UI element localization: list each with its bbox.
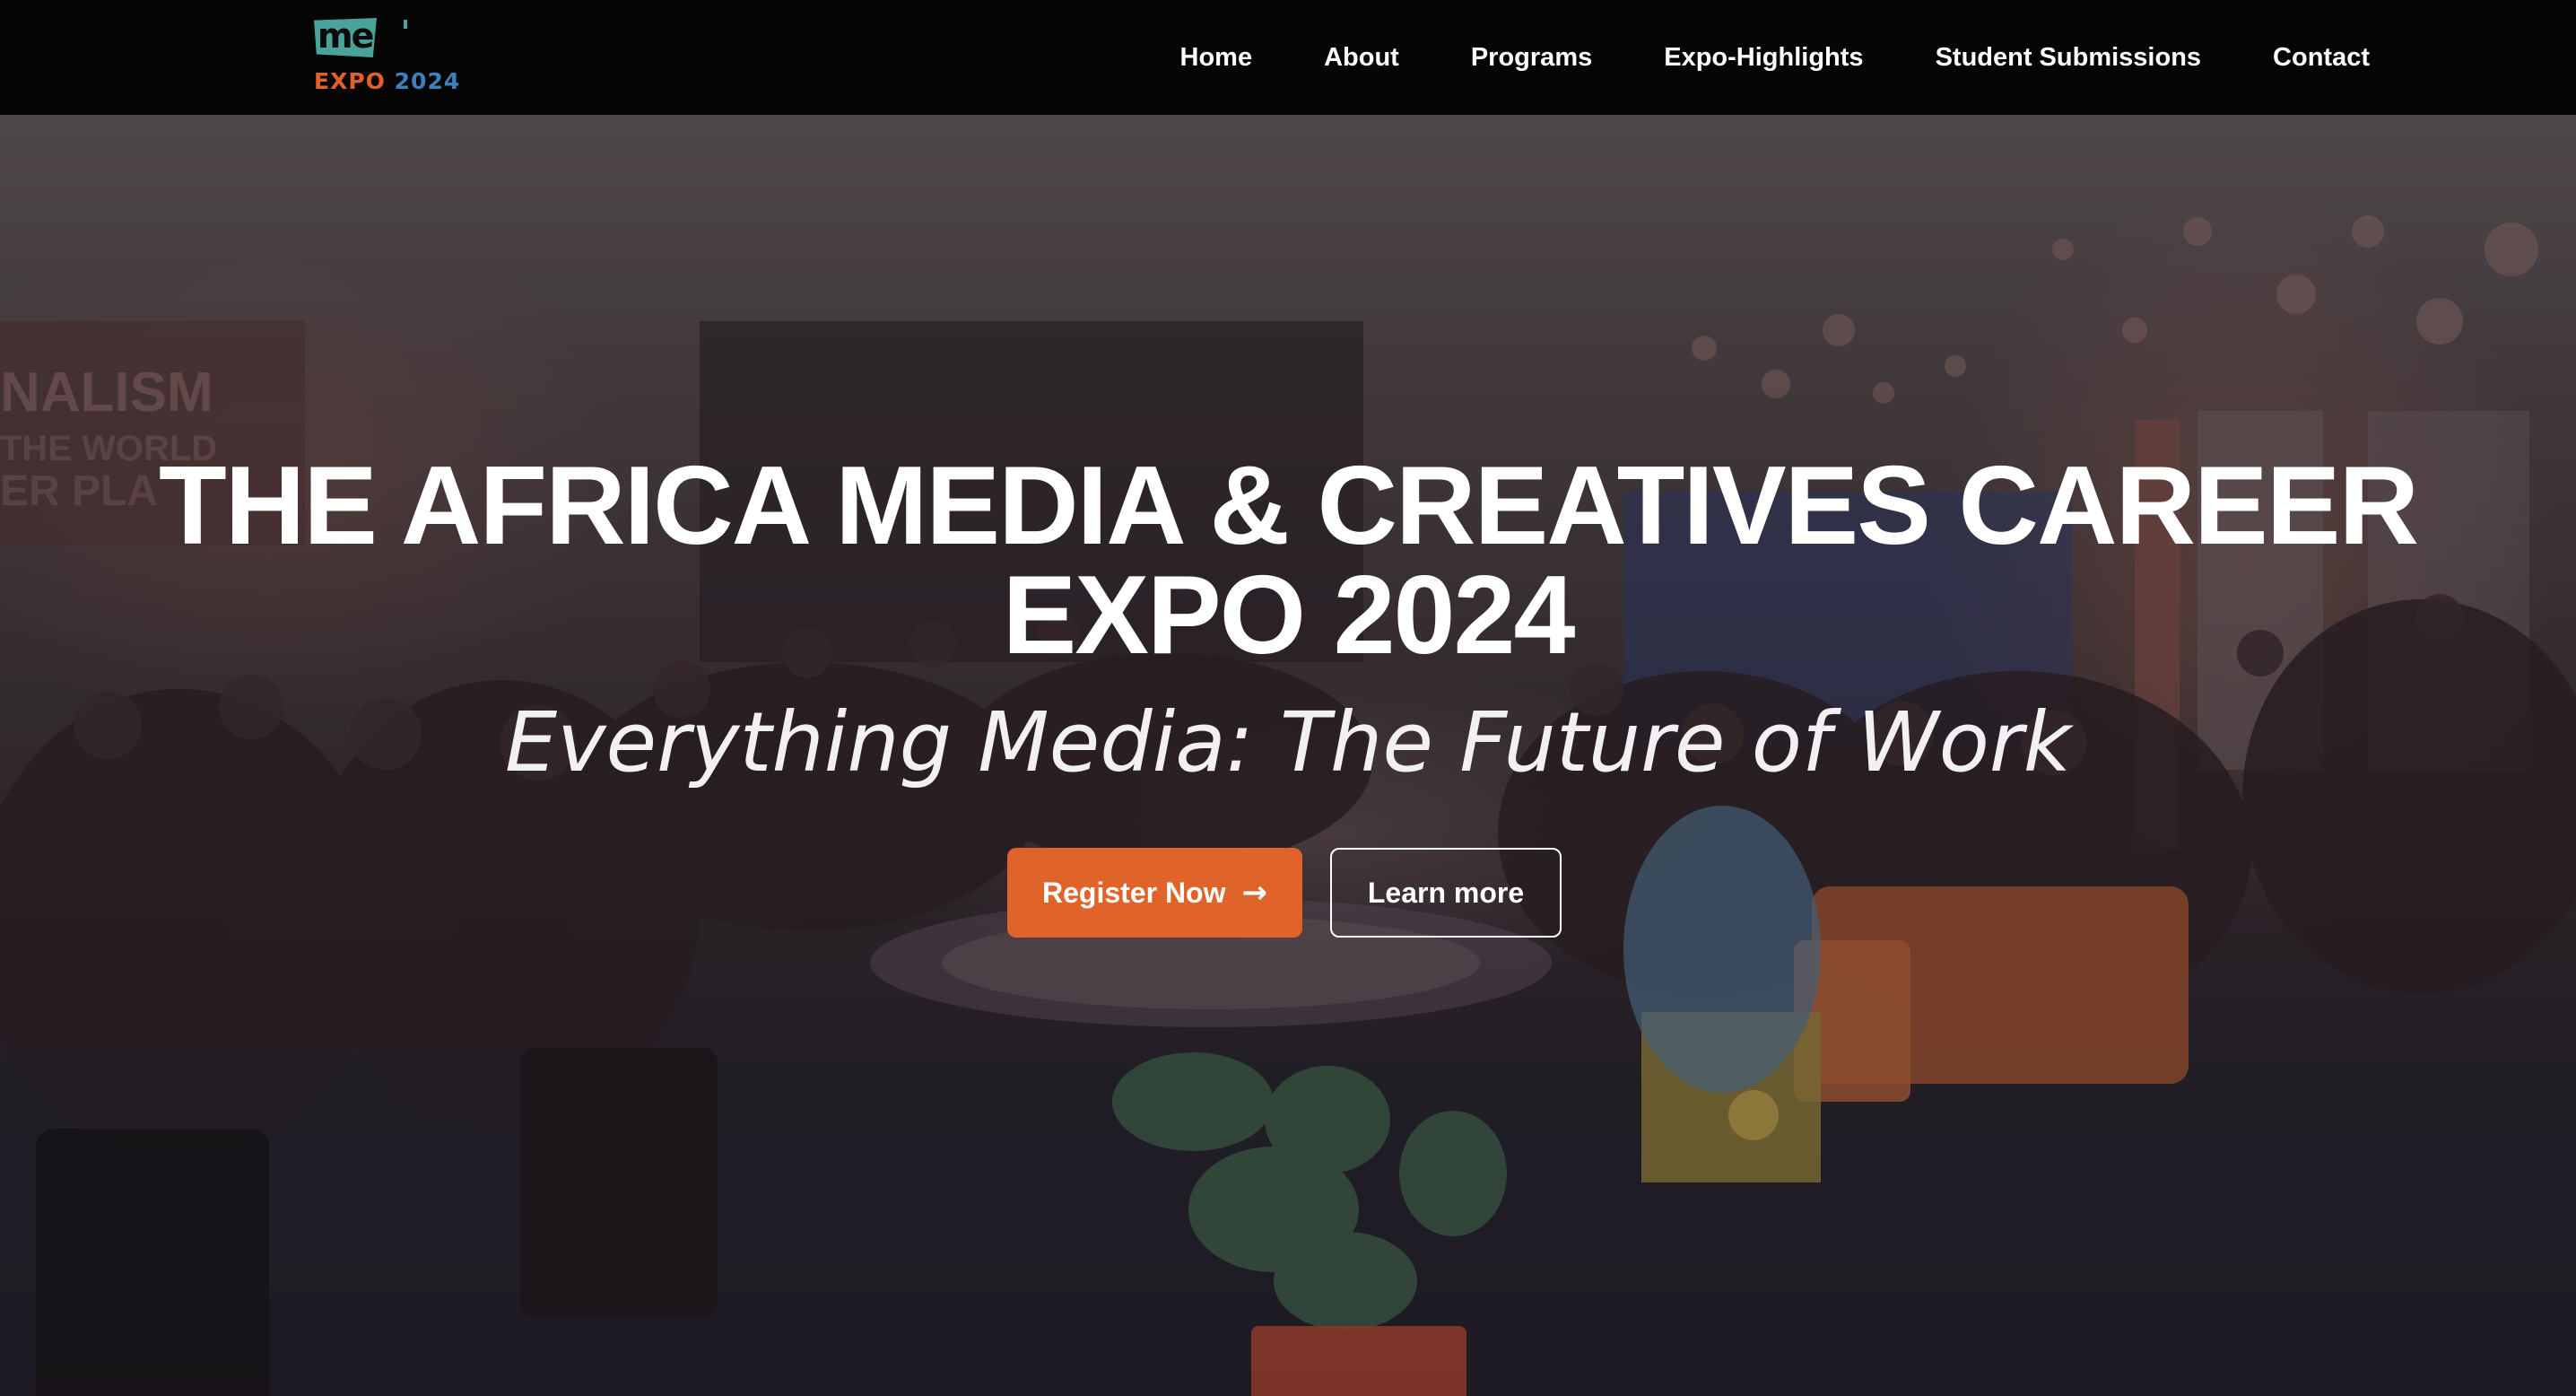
- logo-accent-mark: [404, 20, 407, 29]
- hero-title-line1: THE AFRICA MEDIA & CREATIVES CAREER: [158, 444, 2419, 568]
- hero-title-line2: EXPO 2024: [1002, 554, 1576, 677]
- nav-expo-highlights[interactable]: Expo-Highlights: [1664, 43, 1863, 73]
- arrow-right-icon: →: [1241, 875, 1267, 911]
- learn-more-button[interactable]: Learn more: [1330, 848, 1562, 938]
- hero-section: NALISM THE WORLD ER PLA THE AFRICA MEDIA…: [0, 115, 2576, 1396]
- nav-programs[interactable]: Programs: [1471, 43, 1592, 73]
- top-navbar: me EXPO 2024 Home About Programs Expo-Hi…: [0, 0, 2576, 115]
- nav-student-submissions[interactable]: Student Submissions: [1936, 43, 2201, 73]
- nav-contact[interactable]: Contact: [2273, 43, 2370, 73]
- hero-title: THE AFRICA MEDIA & CREATIVES CAREER EXPO…: [0, 450, 2576, 671]
- nav-about[interactable]: About: [1324, 43, 1399, 73]
- main-nav: Home About Programs Expo-Highlights Stud…: [1109, 0, 2370, 115]
- hero-subtitle: Everything Media: The Future of Work: [504, 694, 2072, 790]
- logo-me-mark: me: [314, 18, 377, 57]
- expo-logo[interactable]: me EXPO 2024: [314, 18, 459, 99]
- learn-more-label: Learn more: [1367, 876, 1525, 909]
- register-now-button[interactable]: Register Now →: [1007, 848, 1302, 938]
- nav-home[interactable]: Home: [1180, 43, 1253, 73]
- logo-expo-word: EXPO: [314, 68, 386, 94]
- logo-expo-year: 2024: [394, 68, 461, 94]
- logo-expo-text: EXPO 2024: [314, 68, 460, 95]
- register-now-label: Register Now: [1042, 876, 1226, 909]
